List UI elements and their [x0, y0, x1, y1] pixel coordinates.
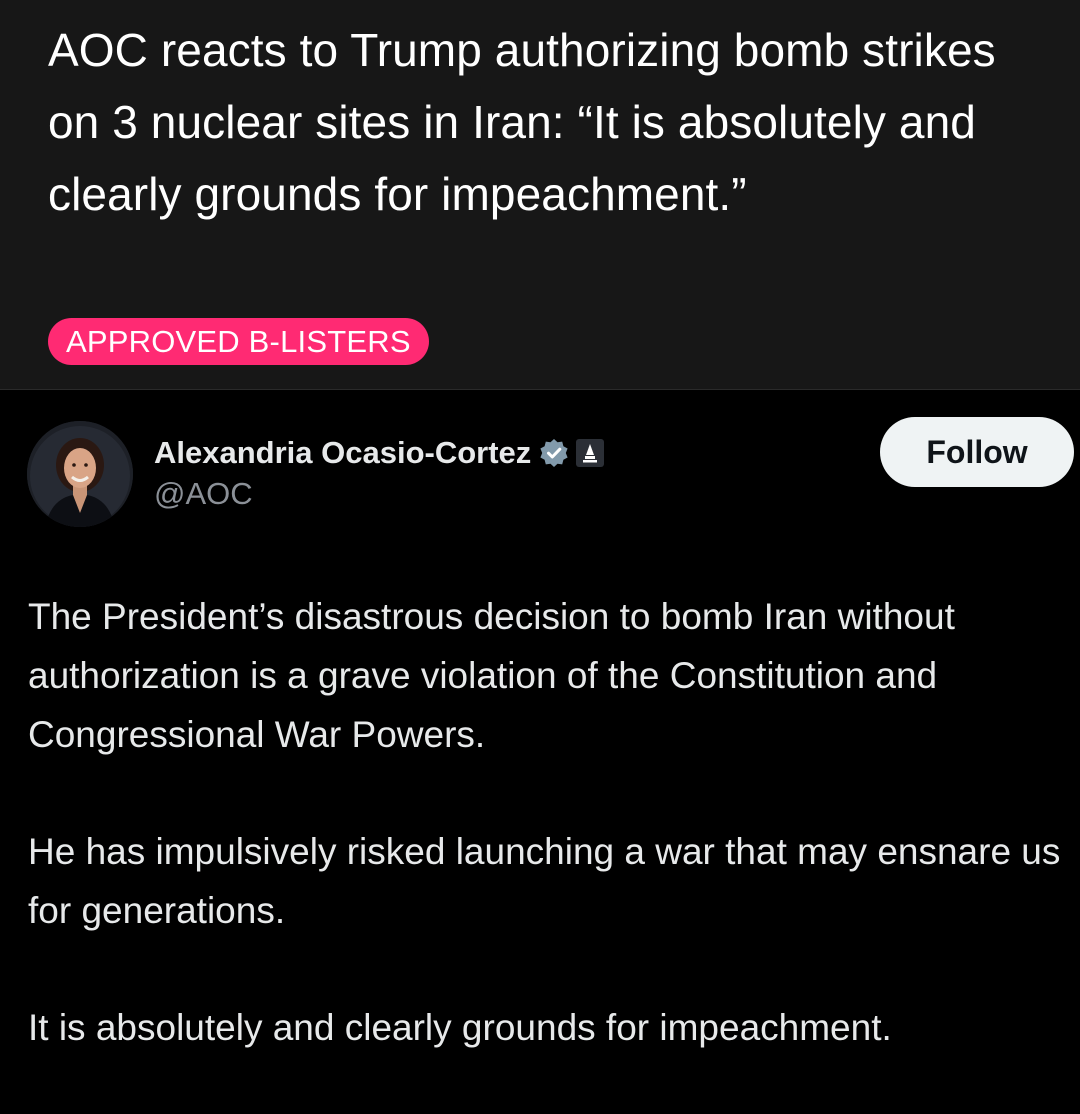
tweet-paragraph: He has impulsively risked launching a wa… — [28, 831, 1061, 931]
screenshot-page: AOC reacts to Trump authorizing bomb str… — [0, 0, 1080, 1114]
post-title[interactable]: AOC reacts to Trump authorizing bomb str… — [48, 14, 1048, 230]
tweet-body: The President’s disastrous decision to b… — [28, 587, 1068, 1114]
author-name[interactable]: Alexandria Ocasio-Cortez — [154, 435, 531, 471]
tweet-paragraph: The President’s disastrous decision to b… — [28, 596, 955, 755]
author-name-row: Alexandria Ocasio-Cortez — [154, 431, 605, 475]
post-flair-badge[interactable]: APPROVED B-LISTERS — [48, 318, 429, 365]
avatar[interactable] — [27, 421, 133, 527]
tweet-paragraph: It is absolutely and clearly grounds for… — [28, 1007, 892, 1048]
verified-badge-icon — [539, 438, 569, 468]
government-capitol-icon — [575, 438, 605, 468]
avatar-portrait-icon — [27, 421, 133, 527]
follow-button[interactable]: Follow — [880, 417, 1074, 487]
embedded-tweet: Alexandria Ocasio-Cortez @AOC Follow The… — [0, 391, 1080, 1114]
author-handle[interactable]: @AOC — [154, 476, 253, 512]
post-header: AOC reacts to Trump authorizing bomb str… — [0, 0, 1080, 390]
